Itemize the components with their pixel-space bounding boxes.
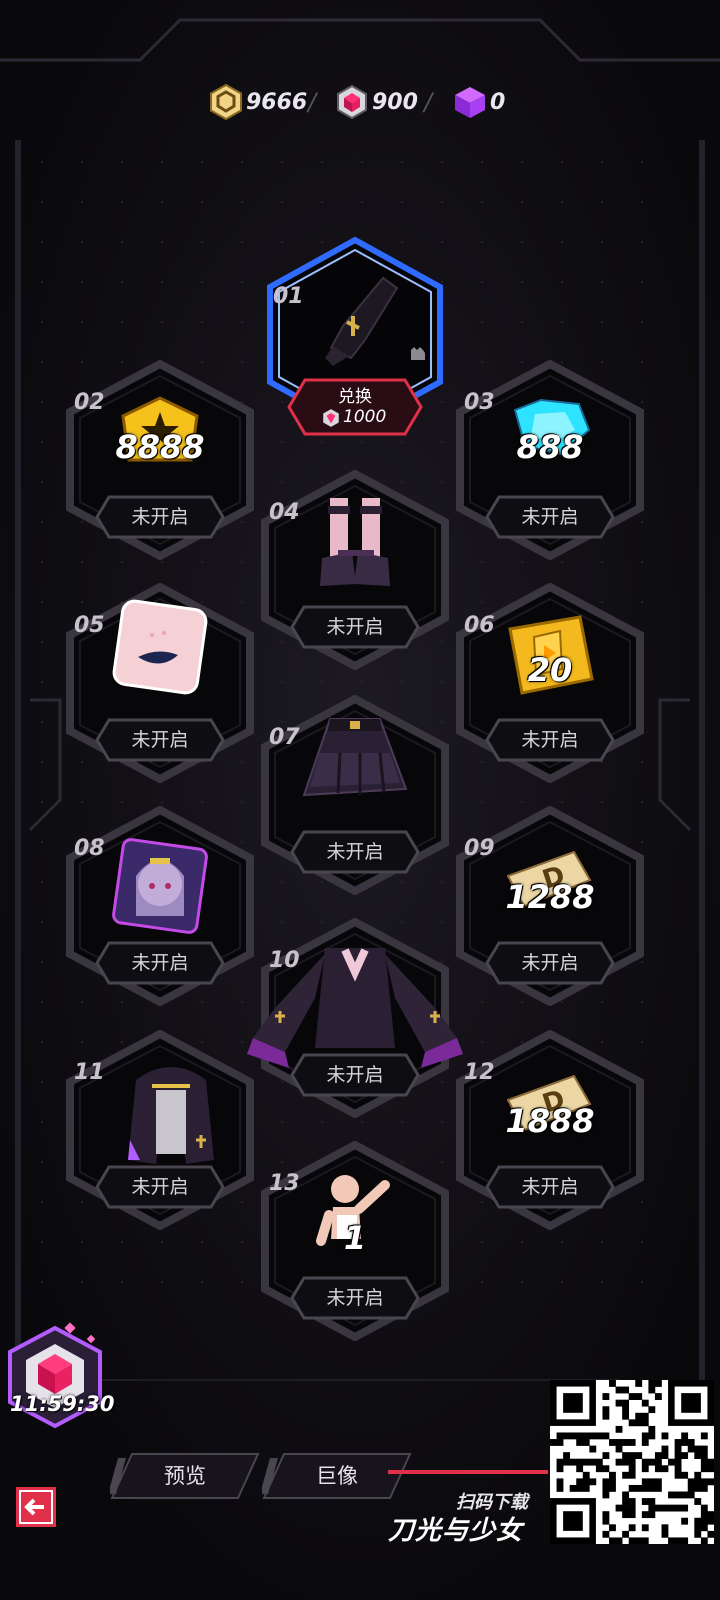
locked-status-button[interactable]: 未开启 (290, 830, 420, 874)
node-number: 05 (74, 613, 105, 638)
status-label: 未开启 (131, 729, 189, 751)
lips-makeup-icon (108, 597, 208, 701)
promo-game-title: 刀光与少女 (388, 1516, 524, 1546)
currency-cube-value: 0 (490, 89, 506, 115)
locked-status-button[interactable]: 未开启 (95, 1165, 225, 1209)
reward-node-02[interactable]: 02 8888 未开启 (60, 360, 260, 560)
node-number: 11 (74, 1060, 105, 1085)
currency-cube: 0 (452, 82, 505, 122)
featured-reward-node[interactable]: 01 兑换 1000 (255, 232, 455, 452)
avatar-portrait-icon (110, 836, 210, 940)
node-number: 06 (464, 613, 495, 638)
reward-node-13[interactable]: 13 1 未开启 (255, 1141, 455, 1341)
node-number: 09 (464, 836, 495, 861)
locked-status-button[interactable]: 未开启 (290, 1276, 420, 1320)
black-glove-icon (325, 276, 399, 366)
node-number: 07 (269, 725, 300, 750)
statue-button[interactable]: 巨像 (262, 1452, 412, 1500)
node-number: 02 (74, 390, 105, 415)
node-number: 08 (74, 836, 105, 861)
reward-node-10[interactable]: 10 未开启 (247, 918, 463, 1118)
qr-code-icon (550, 1380, 715, 1545)
status-label: 未开启 (521, 729, 579, 751)
locked-status-button[interactable]: 未开启 (95, 941, 225, 985)
status-label: 未开启 (326, 1287, 384, 1309)
node-number: 10 (269, 948, 300, 973)
exchange-price: 1000 (343, 407, 387, 427)
node-number: 12 (464, 1060, 495, 1085)
reward-node-09[interactable]: D 09 1288 未开启 (450, 806, 650, 1006)
exchange-button[interactable]: 兑换 1000 (287, 378, 423, 436)
status-label: 未开启 (326, 1064, 384, 1086)
preview-button[interactable]: 预览 (110, 1452, 260, 1500)
reward-amount: 1288 (505, 878, 595, 916)
reward-node-06[interactable]: 06 20 未开启 (450, 583, 650, 783)
node-number: 01 (273, 284, 304, 309)
locked-status-button[interactable]: 未开启 (95, 718, 225, 762)
locked-status-button[interactable]: 未开启 (485, 941, 615, 985)
reward-node-04[interactable]: 04 未开启 (255, 470, 455, 670)
preview-label: 预览 (164, 1464, 206, 1488)
gold-coin-icon (210, 84, 242, 120)
locked-status-button[interactable]: 未开启 (485, 718, 615, 762)
glove-slot-icon (411, 347, 425, 360)
red-crystal-icon (323, 409, 339, 427)
currency-separator: / (308, 88, 317, 116)
locked-status-button[interactable]: 未开启 (485, 1165, 615, 1209)
reward-amount: 888 (516, 428, 584, 466)
status-label: 未开启 (326, 616, 384, 638)
locked-status-button[interactable]: 未开启 (290, 605, 420, 649)
skirt-outfit-icon (290, 713, 420, 817)
reward-node-12[interactable]: D 12 1888 未开启 (450, 1030, 650, 1230)
currency-gold-value: 9666 (246, 89, 308, 115)
node-number: 03 (464, 390, 495, 415)
locked-status-button[interactable]: 未开启 (290, 1053, 420, 1097)
currency-crystal-value: 900 (372, 89, 418, 115)
timer-widget[interactable]: 11:59:30 (0, 1300, 114, 1430)
boots-outfit-icon (300, 488, 410, 602)
status-label: 未开启 (521, 1176, 579, 1198)
locked-status-button[interactable]: 未开启 (95, 495, 225, 539)
status-label: 未开启 (521, 952, 579, 974)
currency-separator: / (424, 88, 433, 116)
reward-node-05[interactable]: 05 未开启 (60, 583, 260, 783)
back-arrow-icon (19, 1490, 53, 1524)
timer-text: 11:59:30 (10, 1392, 115, 1416)
status-label: 未开启 (131, 506, 189, 528)
back-button[interactable] (16, 1487, 56, 1527)
status-label: 未开启 (131, 1176, 189, 1198)
purple-cube-icon (455, 87, 485, 118)
promo-accent-line (388, 1470, 548, 1474)
exchange-label: 兑换 (338, 387, 372, 407)
reward-amount: 1 (343, 1219, 367, 1257)
currency-gold: 9666 (208, 82, 307, 122)
node-number: 13 (269, 1171, 300, 1196)
reward-node-08[interactable]: 08 未开启 (60, 806, 260, 1006)
reward-node-11[interactable]: 11 未开启 (60, 1030, 260, 1230)
reward-amount: 20 (527, 651, 573, 689)
reward-node-07[interactable]: 07 未开启 (255, 695, 455, 895)
currency-crystal: 900 (334, 82, 418, 122)
qr-code (550, 1380, 715, 1545)
red-crystal-icon (337, 84, 367, 120)
headpiece-veil-icon (116, 1060, 226, 1174)
reward-amount: 8888 (115, 428, 205, 466)
statue-label: 巨像 (316, 1464, 358, 1488)
status-label: 未开启 (131, 952, 189, 974)
locked-status-button[interactable]: 未开启 (485, 495, 615, 539)
reward-amount: 1888 (505, 1102, 595, 1140)
reward-node-03[interactable]: 03 888 未开启 (450, 360, 650, 560)
status-label: 未开启 (521, 506, 579, 528)
status-label: 未开启 (326, 841, 384, 863)
node-number: 04 (269, 500, 300, 525)
